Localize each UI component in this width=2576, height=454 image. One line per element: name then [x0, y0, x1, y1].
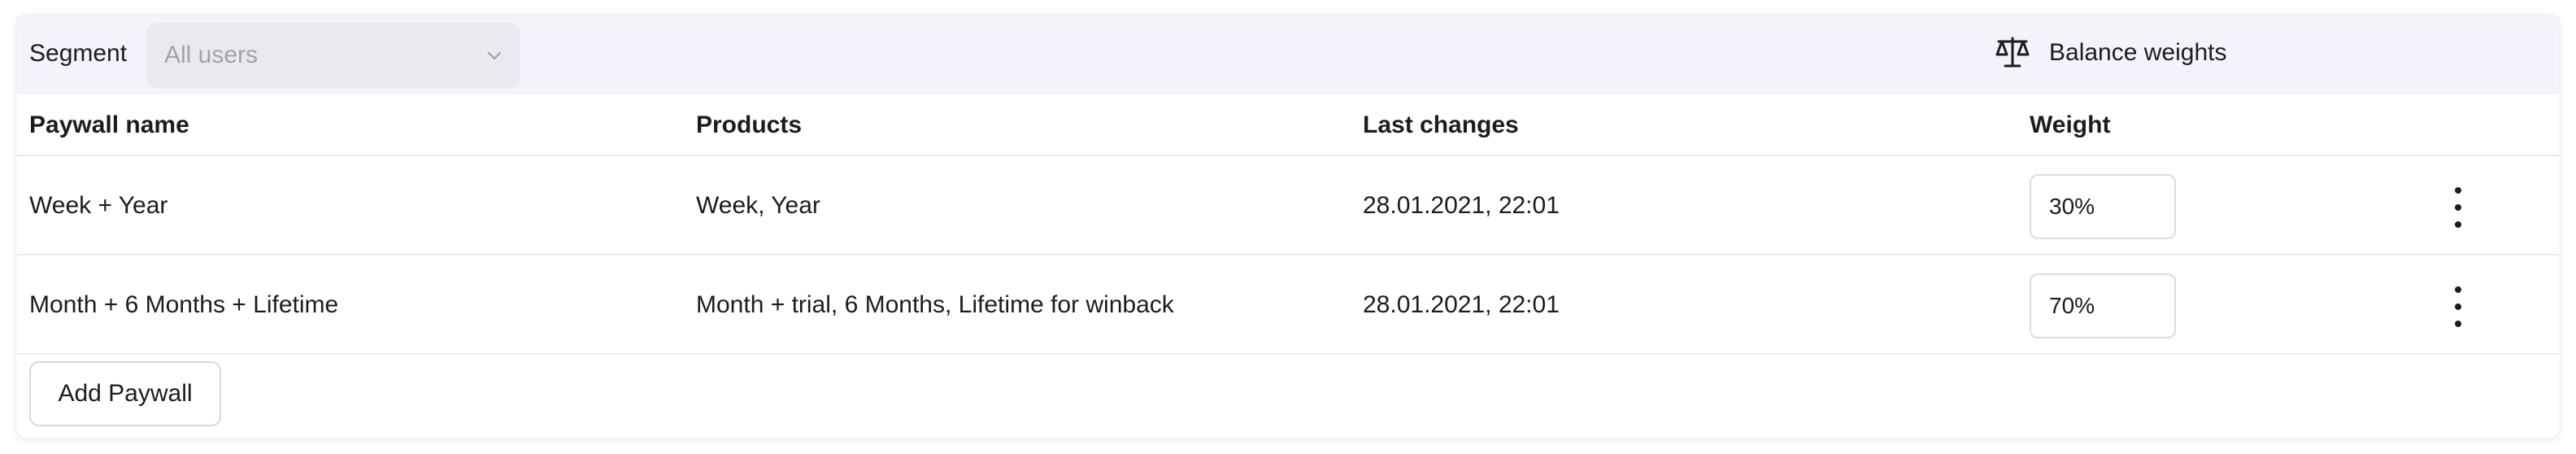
segment-toolbar: Segment All users Balance weights	[16, 15, 2560, 94]
paywall-products: Month + trial, 6 Months, Lifetime for wi…	[696, 291, 1174, 318]
paywall-name: Week + Year	[29, 192, 168, 219]
table-row: Week + Year Week, Year 28.01.2021, 22:01	[16, 156, 2560, 255]
paywall-products: Week, Year	[696, 192, 820, 219]
column-header-paywall-name: Paywall name	[29, 111, 189, 138]
paywall-name: Month + 6 Months + Lifetime	[29, 291, 339, 318]
scale-icon	[1995, 37, 2030, 68]
column-header-weight: Weight	[2030, 111, 2111, 138]
more-vertical-icon[interactable]	[2446, 187, 2470, 228]
column-header-last-changes: Last changes	[1363, 111, 1519, 138]
weight-input[interactable]	[2030, 174, 2176, 239]
balance-weights-label: Balance weights	[2049, 39, 2227, 66]
paywall-last-changes: 28.01.2021, 22:01	[1363, 291, 1560, 318]
table-header: Paywall name Products Last changes Weigh…	[16, 94, 2560, 156]
add-paywall-button[interactable]: Add Paywall	[29, 361, 221, 426]
paywall-last-changes: 28.01.2021, 22:01	[1363, 192, 1560, 219]
chevron-down-icon	[488, 52, 501, 59]
segment-select[interactable]: All users	[146, 23, 520, 88]
segment-select-value: All users	[164, 41, 259, 68]
column-header-products: Products	[696, 111, 803, 138]
more-vertical-icon[interactable]	[2446, 286, 2470, 327]
table-row: Month + 6 Months + Lifetime Month + tria…	[16, 255, 2560, 355]
balance-weights-button[interactable]: Balance weights	[1994, 33, 2226, 73]
weight-input[interactable]	[2030, 273, 2176, 338]
segment-label: Segment	[29, 40, 128, 67]
paywalls-card: Segment All users Balance weights Paywal…	[16, 15, 2560, 438]
